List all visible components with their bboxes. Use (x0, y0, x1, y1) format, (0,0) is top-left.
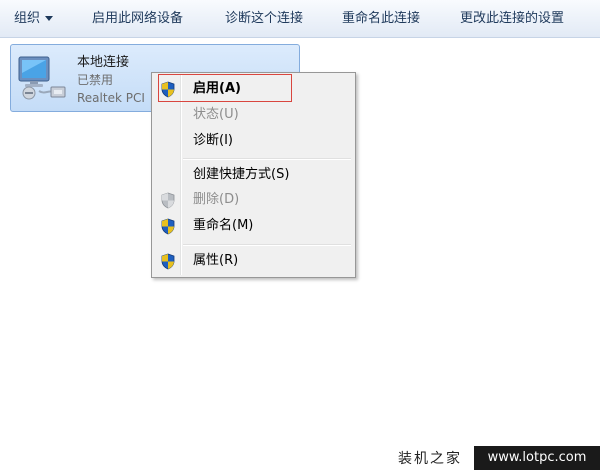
chevron-down-icon (45, 16, 54, 21)
context-menu: 启用(A) 状态(U) 诊断(I) 创建快捷方式(S) 删除(D) 重命名(M) (151, 72, 356, 278)
shield-icon (161, 218, 175, 235)
menu-item-create-shortcut[interactable]: 创建快捷方式(S) (154, 163, 353, 187)
menu-item-label: 状态(U) (193, 107, 239, 122)
organize-label: 组织 (14, 11, 41, 26)
menu-item-label: 删除(D) (193, 192, 240, 207)
menu-item-label: 属性(R) (193, 253, 239, 268)
watermark-url: www.lotpc.com (474, 446, 600, 470)
diagnose-button[interactable]: 诊断这个连接 (225, 0, 303, 38)
connection-name: 本地连接 (77, 55, 130, 70)
menu-separator (183, 158, 351, 160)
menu-separator (183, 244, 351, 246)
menu-item-delete[interactable]: 删除(D) (154, 188, 353, 212)
change-settings-button[interactable]: 更改此连接的设置 (460, 0, 564, 38)
menu-item-label: 创建快捷方式(S) (193, 167, 290, 182)
shield-icon (161, 192, 175, 209)
organize-menu-button[interactable]: 组织 (14, 0, 54, 38)
menu-item-status[interactable]: 状态(U) (154, 103, 353, 127)
connection-status: 已禁用 (77, 73, 114, 87)
menu-item-rename[interactable]: 重命名(M) (154, 214, 353, 238)
network-adapter-icon (18, 56, 66, 100)
connection-adapter: Realtek PCI (77, 91, 145, 105)
menu-item-label: 诊断(I) (193, 133, 233, 148)
rename-button[interactable]: 重命名此连接 (342, 0, 420, 38)
menu-item-diagnose[interactable]: 诊断(I) (154, 129, 353, 153)
annotation-highlight-box (158, 74, 292, 102)
shield-icon (161, 253, 175, 270)
command-bar: 组织 启用此网络设备 诊断这个连接 重命名此连接 更改此连接的设置 (0, 0, 600, 38)
enable-device-button[interactable]: 启用此网络设备 (92, 0, 183, 38)
menu-item-label: 重命名(M) (193, 218, 254, 233)
watermark-brand: 装机之家 (398, 451, 462, 467)
menu-item-properties[interactable]: 属性(R) (154, 249, 353, 273)
